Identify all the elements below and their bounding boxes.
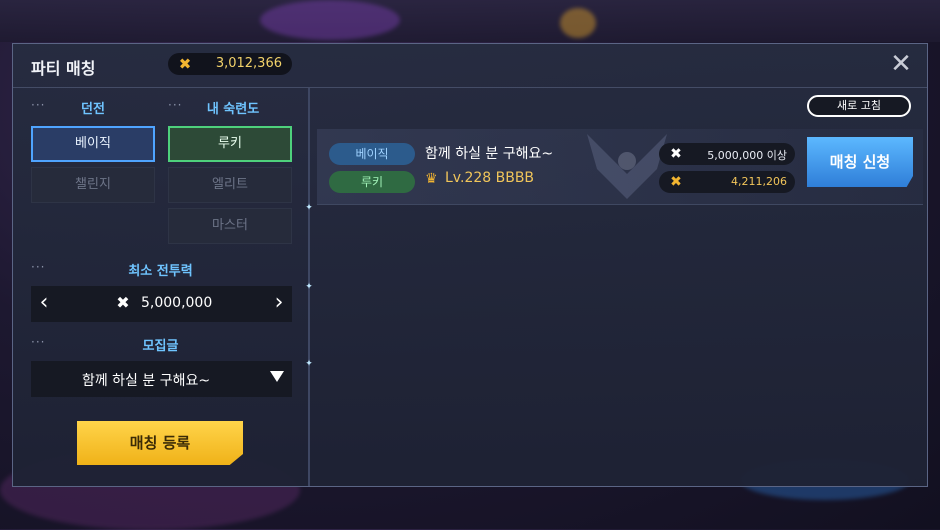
proficiency-option-master[interactable]: 마스터	[168, 208, 292, 244]
chevron-left-icon[interactable]: ‹	[31, 286, 57, 322]
dungeon-option-basic[interactable]: 베이직	[31, 126, 155, 162]
crossed-swords-icon: ✖	[670, 146, 682, 162]
sparkle-icon: ✦	[305, 203, 313, 213]
refresh-button[interactable]: 새로 고침	[807, 95, 911, 117]
required-power: ✖ 5,000,000 이상	[659, 143, 795, 165]
caret-down-icon	[270, 371, 284, 382]
background-glow	[560, 8, 596, 38]
min-power-value: 5,000,000	[141, 295, 213, 311]
dungeon-title: 던전	[81, 102, 105, 117]
crossed-swords-icon: ✖	[178, 55, 192, 73]
sparkle-icon: ✦	[305, 282, 313, 292]
party-message: 함께 하실 분 구해요~	[425, 146, 554, 162]
crossed-swords-icon: ✖	[670, 174, 682, 190]
background-glow	[260, 0, 400, 40]
recruit-message-dropdown[interactable]: 함께 하실 분 구해요~	[31, 361, 292, 397]
combat-power-value: 3,012,366	[215, 56, 282, 71]
sparkle-icon: ✦	[305, 359, 313, 369]
decorative-dots: ···	[31, 260, 46, 274]
proficiency-option-rookie[interactable]: 루키	[168, 126, 292, 162]
recruit-message-value: 함께 하실 분 구해요~	[81, 373, 211, 389]
party-matching-modal: 파티 매칭 ✖ 3,012,366 ✕ ··· 던전 ··· 내 숙련도 베이직…	[12, 43, 928, 487]
leader-power-value: 4,211,206	[731, 175, 787, 188]
party-list-item: 베이직 루키 함께 하실 분 구해요~ ♛ Lv.228 BBBB ✖ 5,00…	[317, 129, 923, 205]
proficiency-title: 내 숙련도	[206, 102, 260, 117]
crown-icon: ♛	[425, 171, 438, 187]
proficiency-tag: 루키	[329, 171, 415, 193]
min-power-title: 최소 전투력	[128, 264, 193, 279]
decorative-dots: ···	[31, 335, 46, 349]
proficiency-option-elite[interactable]: 엘리트	[168, 167, 292, 203]
chevron-right-icon[interactable]: ›	[266, 286, 292, 322]
recruit-title: 모집글	[142, 339, 179, 354]
min-power-selector: ‹ ✖ 5,000,000 ›	[31, 286, 292, 322]
register-matching-button[interactable]: 매칭 등록	[77, 421, 243, 465]
background-top-bar	[0, 0, 940, 42]
combat-power-display: ✖ 3,012,366	[168, 53, 292, 75]
party-leader: Lv.228 BBBB	[445, 170, 535, 186]
dungeon-option-challenge[interactable]: 챌린지	[31, 167, 155, 203]
decorative-dots: ···	[168, 98, 183, 112]
crossed-swords-icon: ✖	[116, 293, 130, 312]
close-button[interactable]: ✕	[887, 50, 915, 78]
required-power-value: 5,000,000 이상	[707, 149, 787, 162]
modal-header: 파티 매칭 ✖ 3,012,366 ✕	[13, 44, 927, 88]
dungeon-tag: 베이직	[329, 143, 415, 165]
decorative-dots: ···	[31, 98, 46, 112]
apply-matching-button[interactable]: 매칭 신청	[807, 137, 913, 187]
modal-title: 파티 매칭	[31, 59, 96, 78]
leader-power: ✖ 4,211,206	[659, 171, 795, 193]
